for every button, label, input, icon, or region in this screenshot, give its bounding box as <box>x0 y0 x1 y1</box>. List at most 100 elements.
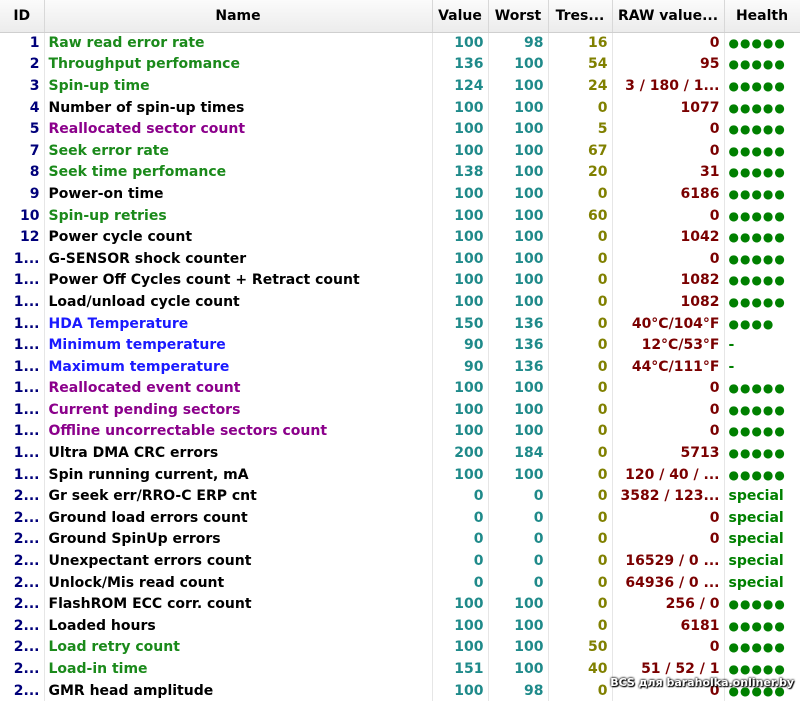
attribute-worst: 100 <box>488 593 549 616</box>
attribute-worst: 136 <box>488 334 549 356</box>
table-row[interactable]: 7 Seek error rate 100 100 67 0 ●●●●● <box>0 139 800 162</box>
table-row[interactable]: 1... Minimum temperature 90 136 0 12°C/53°F - <box>0 334 800 356</box>
table-row[interactable]: 12 Power cycle count 100 100 0 1042 ●●●●● <box>0 226 800 248</box>
attribute-name: Power Off Cycles count + Retract count <box>44 269 433 292</box>
table-row[interactable]: 8 Seek time perfomance 138 100 20 31 ●●●●● <box>0 161 800 184</box>
attribute-id: 7 <box>0 139 45 162</box>
attribute-value: 151 <box>432 658 489 680</box>
attribute-value: 90 <box>432 334 489 356</box>
attribute-health: ●●●●● <box>724 226 800 248</box>
attribute-name: Ground load errors count <box>44 507 433 529</box>
table-row[interactable]: 1... HDA Temperature 150 136 0 40°C/104°F ●●●● <box>0 312 800 335</box>
attribute-name: Load-in time <box>44 658 433 680</box>
attribute-id: 2... <box>0 507 45 529</box>
table-row[interactable]: 1... Ultra DMA CRC errors 200 184 0 5713 ●●●●● <box>0 442 800 464</box>
attribute-threshold: 0 <box>548 312 613 335</box>
attribute-raw-value: 5713 <box>612 442 725 464</box>
attribute-name: Number of spin-up times <box>44 96 433 119</box>
column-header-name[interactable]: Name <box>44 0 433 33</box>
attribute-value: 124 <box>432 75 489 97</box>
attribute-raw-value: 6181 <box>612 615 725 637</box>
table-row[interactable]: 2... Unexpectant errors count 0 0 0 16529 / 0… <box>0 550 800 572</box>
attribute-threshold: 50 <box>548 636 613 659</box>
table-row[interactable]: 9 Power-on time 100 100 0 6186 ●●●●● <box>0 183 800 205</box>
attribute-id: 8 <box>0 161 45 184</box>
table-row[interactable]: 1... Maximum temperature 90 136 0 44°C/111°F - <box>0 355 800 378</box>
attribute-value: 100 <box>432 593 489 616</box>
attribute-threshold: 0 <box>548 183 613 205</box>
table-row[interactable]: 10 Spin-up retries 100 100 60 0 ●●●●● <box>0 204 800 227</box>
attribute-raw-value: 16529 / 0 ... <box>612 550 725 572</box>
table-row[interactable]: 3 Spin-up time 124 100 24 3 / 180 / 1... ●●●●● <box>0 75 800 97</box>
attribute-worst: 100 <box>488 420 549 443</box>
attribute-raw-value: 44°C/111°F <box>612 355 725 378</box>
attribute-raw-value: 256 / 0 <box>612 593 725 616</box>
attribute-raw-value: 3582 / 123... <box>612 485 725 508</box>
attribute-raw-value: 0 <box>612 636 725 659</box>
table-row[interactable]: 2... Ground load errors count 0 0 0 0 special <box>0 507 800 529</box>
attribute-value: 100 <box>432 615 489 637</box>
attribute-name: Unlock/Mis read count <box>44 571 433 594</box>
attribute-name: Maximum temperature <box>44 355 433 378</box>
table-row[interactable]: 1... G-SENSOR shock counter 100 100 0 0 ●●●●● <box>0 247 800 270</box>
attribute-value: 0 <box>432 528 489 551</box>
table-row[interactable]: 1 Raw read error rate 100 98 16 0 ●●●●● <box>0 32 800 54</box>
attribute-threshold: 54 <box>548 53 613 76</box>
column-header-id[interactable]: ID <box>0 0 45 33</box>
attribute-worst: 0 <box>488 507 549 529</box>
column-header-health[interactable]: Health <box>724 0 800 33</box>
table-row[interactable]: 1... Reallocated event count 100 100 0 0 ●●●●● <box>0 377 800 400</box>
attribute-id: 12 <box>0 226 45 248</box>
table-row[interactable]: 2... Gr seek err/RRO-C ERP cnt 0 0 0 3582 / 1… <box>0 485 800 508</box>
attribute-id: 2... <box>0 636 45 659</box>
attribute-id: 1... <box>0 269 45 292</box>
table-row[interactable]: 1... Offline uncorrectable sectors count 1… <box>0 420 800 443</box>
table-row[interactable]: 2... Loaded hours 100 100 0 6181 ●●●●● <box>0 615 800 637</box>
attribute-value: 0 <box>432 571 489 594</box>
attribute-worst: 136 <box>488 355 549 378</box>
attribute-threshold: 0 <box>548 550 613 572</box>
table-row[interactable]: 1... Current pending sectors 100 100 0 0 ●●●●● <box>0 399 800 421</box>
table-row[interactable]: 2... Ground SpinUp errors 0 0 0 0 special <box>0 528 800 551</box>
table-row[interactable]: 1... Power Off Cycles count + Retract cou… <box>0 269 800 292</box>
attribute-worst: 98 <box>488 679 549 702</box>
table-row[interactable]: 2 Throughput perfomance 136 100 54 95 ●●●●● <box>0 53 800 76</box>
attribute-raw-value: 12°C/53°F <box>612 334 725 356</box>
column-header-raw-value[interactable]: RAW value... <box>612 0 725 33</box>
attribute-threshold: 0 <box>548 679 613 702</box>
attribute-threshold: 0 <box>548 420 613 443</box>
table-row[interactable]: 2... Load retry count 100 100 50 0 ●●●●● <box>0 636 800 659</box>
attribute-threshold: 67 <box>548 139 613 162</box>
table-row[interactable]: 1... Spin running current, mA 100 100 0 120 /… <box>0 463 800 486</box>
column-header-threshold[interactable]: Tres... <box>548 0 613 33</box>
attribute-name: Unexpectant errors count <box>44 550 433 572</box>
attribute-health: - <box>724 355 800 378</box>
column-header-worst[interactable]: Worst <box>488 0 549 33</box>
attribute-health: ●●●●● <box>724 75 800 97</box>
attribute-worst: 100 <box>488 636 549 659</box>
attribute-name: Load retry count <box>44 636 433 659</box>
attribute-name: G-SENSOR shock counter <box>44 247 433 270</box>
attribute-threshold: 0 <box>548 334 613 356</box>
column-header-value[interactable]: Value <box>432 0 489 33</box>
attribute-threshold: 0 <box>548 615 613 637</box>
attribute-threshold: 0 <box>548 485 613 508</box>
attribute-id: 1... <box>0 420 45 443</box>
attribute-worst: 100 <box>488 96 549 119</box>
table-row[interactable]: 1... Load/unload cycle count 100 100 0 1082 ●●… <box>0 291 800 313</box>
table-row[interactable]: 4 Number of spin-up times 100 100 0 1077 ●●●●● <box>0 96 800 119</box>
attribute-threshold: 16 <box>548 32 613 54</box>
attribute-worst: 100 <box>488 615 549 637</box>
table-row[interactable]: 2... FlashROM ECC corr. count 100 100 0 256 /… <box>0 593 800 616</box>
attribute-threshold: 24 <box>548 75 613 97</box>
attribute-raw-value: 3 / 180 / 1... <box>612 75 725 97</box>
attribute-worst: 98 <box>488 32 549 54</box>
attribute-health: ●●●●● <box>724 420 800 443</box>
attribute-raw-value: 1082 <box>612 291 725 313</box>
attribute-id: 1... <box>0 399 45 421</box>
attribute-id: 2... <box>0 528 45 551</box>
attribute-id: 1... <box>0 334 45 356</box>
table-row[interactable]: 2... Unlock/Mis read count 0 0 0 64936 / 0 ..… <box>0 571 800 594</box>
table-row[interactable]: 5 Reallocated sector count 100 100 5 0 ●●●●● <box>0 118 800 140</box>
attribute-raw-value: 0 <box>612 32 725 54</box>
